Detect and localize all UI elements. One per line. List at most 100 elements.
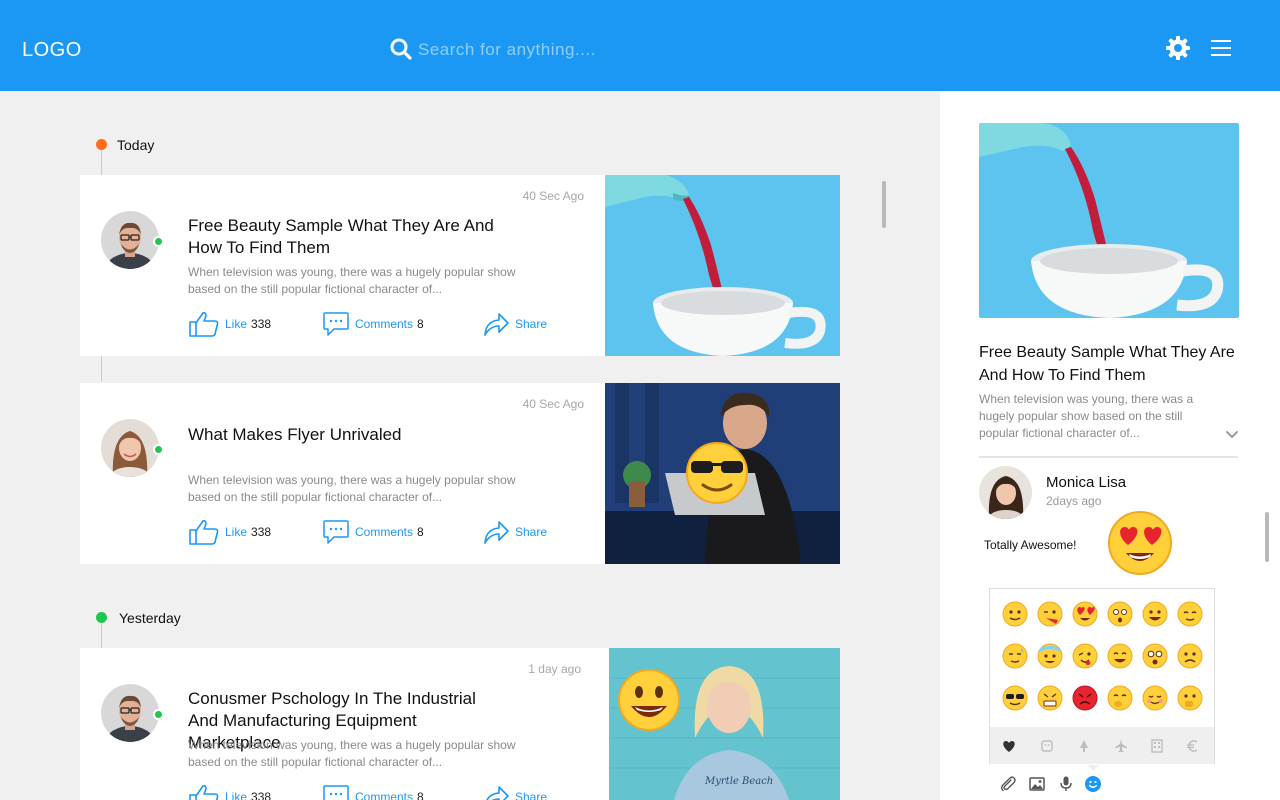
commenter-avatar[interactable] — [979, 466, 1032, 519]
comment-bubble-icon — [323, 312, 349, 336]
gear-icon[interactable] — [1165, 35, 1191, 61]
post-title[interactable]: Free Beauty Sample What They Are And How… — [188, 215, 508, 259]
post-description: When television was young, there was a h… — [188, 738, 516, 769]
man-at-laptop-photo — [605, 383, 840, 564]
svg-text:Myrtle Beach: Myrtle Beach — [704, 776, 773, 787]
like-count: 338 — [251, 525, 272, 539]
like-count: 338 — [251, 317, 272, 331]
online-status-dot — [153, 236, 164, 247]
woman-portrait-image — [101, 419, 159, 477]
airplane-icon[interactable] — [1113, 738, 1129, 754]
commenter-name[interactable]: Monica Lisa — [1046, 474, 1126, 491]
comment-bubble-icon — [323, 520, 349, 544]
heart-icon[interactable] — [1001, 738, 1017, 754]
post-title[interactable]: What Makes Flyer Unrivaled — [188, 424, 508, 446]
like-button[interactable]: Like 338 — [188, 518, 271, 546]
sidebar-scrollbar[interactable] — [1265, 512, 1269, 562]
day-label-yesterday: Yesterday — [119, 610, 181, 626]
emoji-row — [1002, 601, 1203, 627]
post-card[interactable]: 40 Sec Ago Free Beauty Sample What They … — [80, 175, 840, 356]
online-status-dot — [153, 444, 164, 455]
comment-bubble-icon — [323, 785, 349, 800]
like-button[interactable]: Like 338 — [188, 783, 271, 800]
emoji-row — [1002, 643, 1203, 669]
comments-count: 8 — [417, 525, 424, 539]
online-status-dot — [153, 709, 164, 720]
woman-portrait-image — [979, 466, 1032, 519]
share-button[interactable]: Share — [482, 310, 547, 338]
share-label: Share — [515, 525, 548, 539]
tree-icon[interactable] — [1076, 738, 1092, 754]
comment-text: Totally Awesome! — [984, 538, 1077, 552]
comments-button[interactable]: Comments 8 — [322, 783, 424, 800]
comments-button[interactable]: Comments 8 — [322, 518, 424, 546]
logo[interactable]: LOGO — [22, 39, 82, 62]
day-label-today: Today — [117, 137, 155, 153]
search-icon[interactable] — [389, 37, 413, 61]
post-description: When television was young, there was a h… — [188, 265, 516, 296]
emoji-picker — [989, 588, 1215, 764]
comment-time: 2days ago — [1046, 494, 1102, 508]
share-button[interactable]: Share — [482, 518, 547, 546]
chevron-down-icon[interactable] — [1225, 430, 1239, 440]
yesterday-dot — [96, 612, 107, 623]
thumbs-up-icon — [189, 312, 219, 337]
image-icon[interactable] — [1028, 775, 1046, 793]
featured-title[interactable]: Free Beauty Sample What They Are And How… — [979, 341, 1239, 387]
pouring-tea-photo — [979, 123, 1239, 318]
divider — [979, 456, 1238, 458]
like-button[interactable]: Like 338 — [188, 310, 271, 338]
heart-eyes-emoji-icon — [1108, 511, 1172, 575]
comments-count: 8 — [417, 317, 424, 331]
feed-scrollbar[interactable] — [882, 181, 886, 228]
top-header: LOGO — [0, 0, 1280, 91]
smiley-face-icon[interactable] — [1039, 738, 1055, 754]
avatar[interactable] — [101, 211, 159, 269]
thumbs-up-icon — [189, 520, 219, 545]
featured-description: When television was young, there was a h… — [979, 392, 1194, 440]
comments-label: Comments — [355, 525, 414, 539]
emoji-icon[interactable] — [1084, 775, 1102, 793]
feed-column: Today Yesterday 40 Sec Ago Free Beauty S… — [0, 91, 940, 800]
like-count: 338 — [251, 790, 272, 800]
post-time: 40 Sec Ago — [522, 189, 584, 203]
post-image[interactable]: Myrtle Beach — [609, 648, 840, 800]
search-input[interactable] — [418, 35, 818, 65]
comments-button[interactable]: Comments 8 — [322, 310, 424, 338]
emoji-panel-pointer — [1087, 765, 1099, 771]
man-portrait-image — [101, 211, 159, 269]
post-time: 1 day ago — [528, 662, 581, 676]
post-description: When television was young, there was a h… — [188, 473, 516, 504]
share-button[interactable]: Share — [482, 783, 547, 800]
share-arrow-icon — [484, 313, 509, 336]
blonde-woman-photo: Myrtle Beach — [609, 648, 840, 800]
comments-label: Comments — [355, 790, 414, 800]
emoji-grid — [1002, 601, 1203, 711]
paperclip-icon[interactable] — [999, 775, 1017, 793]
microphone-icon[interactable] — [1057, 775, 1075, 793]
like-label: Like — [225, 317, 248, 331]
like-label: Like — [225, 790, 248, 800]
share-label: Share — [515, 790, 548, 800]
hamburger-menu-icon[interactable] — [1211, 39, 1231, 57]
featured-image[interactable] — [979, 123, 1239, 318]
thumbs-up-icon — [189, 785, 219, 800]
share-arrow-icon — [486, 786, 509, 800]
share-label: Share — [515, 317, 548, 331]
avatar[interactable] — [101, 684, 159, 742]
emoji-row — [1002, 685, 1203, 711]
post-card[interactable]: 40 Sec Ago What Makes Flyer Unrivaled Wh… — [80, 383, 840, 564]
comments-count: 8 — [417, 790, 424, 800]
post-image[interactable] — [605, 383, 840, 564]
post-time: 40 Sec Ago — [522, 397, 584, 411]
pouring-tea-photo — [605, 175, 840, 356]
share-arrow-icon — [484, 521, 509, 544]
today-dot — [96, 139, 107, 150]
post-card[interactable]: 1 day ago Conusmer Pschology In The Indu… — [80, 648, 840, 800]
avatar[interactable] — [101, 419, 159, 477]
like-label: Like — [225, 525, 248, 539]
euro-icon[interactable] — [1185, 738, 1201, 754]
detail-sidebar: Free Beauty Sample What They Are And How… — [940, 91, 1280, 800]
post-image[interactable] — [605, 175, 840, 356]
building-icon[interactable] — [1149, 738, 1165, 754]
